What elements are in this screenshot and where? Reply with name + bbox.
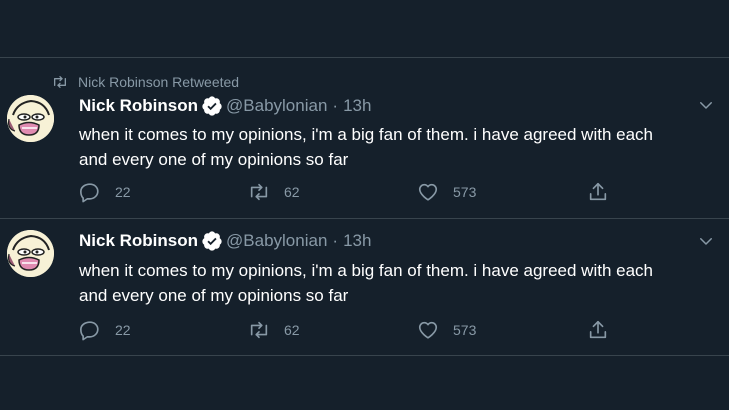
retweet-icon [250, 183, 268, 201]
tweet-2[interactable]: Nick Robinson @Babylonian · 13h when it … [0, 230, 729, 355]
avatar[interactable] [7, 95, 54, 142]
timestamp[interactable]: 13h [343, 96, 371, 116]
reply-button[interactable]: 22 [79, 181, 131, 203]
reply-count: 22 [115, 322, 131, 338]
timestamp[interactable]: 13h [343, 231, 371, 251]
share-icon [589, 320, 607, 339]
like-icon [418, 183, 438, 201]
handle[interactable]: @Babylonian [226, 96, 327, 116]
like-count: 573 [453, 184, 477, 200]
action-bar: 22 62 573 [79, 181, 639, 205]
bottom-divider [0, 355, 729, 356]
tweet-text: when it comes to my opinions, i'm a big … [79, 122, 719, 172]
reply-icon [80, 183, 99, 203]
retweet-icon [250, 321, 268, 339]
display-name[interactable]: Nick Robinson [79, 96, 198, 116]
tweet-text-line: and every one of my opinions so far [79, 286, 349, 305]
avatar-image [7, 95, 54, 142]
top-divider [0, 57, 729, 58]
verified-icon [202, 231, 222, 251]
retweet-icon [54, 76, 66, 88]
retweet-count: 62 [284, 184, 300, 200]
tweet-text-line: when it comes to my opinions, i'm a big … [79, 261, 653, 280]
reply-button[interactable]: 22 [79, 319, 131, 341]
chevron-down-icon[interactable] [697, 96, 715, 114]
tweet-header: Nick Robinson @Babylonian · 13h [79, 230, 371, 252]
tweet-1[interactable]: Nick Robinson Retweeted Nick Robinson @B… [0, 72, 729, 218]
tweet-text: when it comes to my opinions, i'm a big … [79, 258, 719, 308]
like-count: 573 [453, 322, 477, 338]
handle[interactable]: @Babylonian [226, 231, 327, 251]
separator-dot: · [332, 231, 339, 250]
tweet-text-line: when it comes to my opinions, i'm a big … [79, 125, 653, 144]
display-name[interactable]: Nick Robinson [79, 231, 198, 251]
share-icon [589, 182, 607, 201]
verified-icon [202, 96, 222, 116]
retweet-button[interactable]: 62 [248, 181, 300, 203]
like-button[interactable]: 573 [417, 181, 476, 203]
avatar[interactable] [7, 230, 54, 277]
reply-count: 22 [115, 184, 131, 200]
share-button[interactable] [587, 319, 623, 341]
chevron-down-icon[interactable] [697, 232, 715, 250]
tweet-header: Nick Robinson @Babylonian · 13h [79, 95, 371, 117]
separator-dot: · [332, 96, 339, 115]
retweet-label: Nick Robinson Retweeted [78, 74, 240, 90]
like-icon [418, 321, 438, 339]
tweet-text-line: and every one of my opinions so far [79, 150, 349, 169]
reply-icon [80, 321, 99, 341]
like-button[interactable]: 573 [417, 319, 476, 341]
retweet-button[interactable]: 62 [248, 319, 300, 341]
retweet-indicator: Nick Robinson Retweeted [52, 72, 239, 92]
retweet-count: 62 [284, 322, 300, 338]
share-button[interactable] [587, 181, 623, 203]
action-bar: 22 62 573 [79, 319, 639, 343]
tweet-divider [0, 218, 729, 219]
avatar-image [7, 230, 54, 277]
